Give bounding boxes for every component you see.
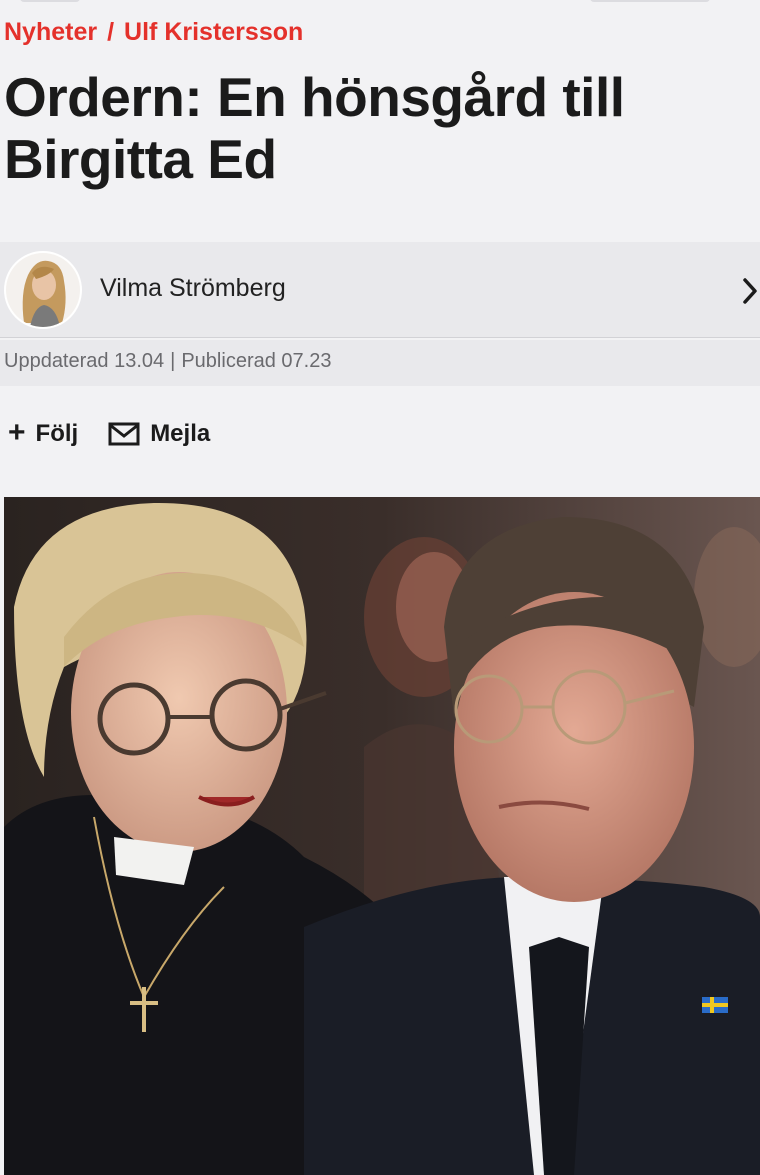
article-meta: Uppdaterad 13.04 | Publicerad 07.23 [4, 350, 331, 373]
breadcrumb-section-link[interactable]: Nyheter [4, 18, 97, 47]
breadcrumb-separator: / [107, 17, 115, 46]
author-avatar [4, 251, 82, 329]
top-edge [0, 0, 760, 4]
plus-icon: + [8, 415, 26, 449]
author-box[interactable]: Vilma Strömberg [0, 242, 760, 338]
article-title: Ordern: En hönsgård till Birgitta Ed [4, 66, 625, 190]
breadcrumb-topic-link[interactable]: Ulf Kristersson [124, 18, 303, 47]
follow-label: Följ [35, 420, 79, 447]
author-name: Vilma Strömberg [100, 274, 286, 302]
chevron-right-icon [743, 278, 757, 304]
updated-time: Uppdaterad 13.04 [4, 350, 165, 372]
article-actions: + Följ Mejla [8, 414, 210, 454]
meta-divider: | [170, 350, 176, 372]
photo-illustration [4, 497, 760, 1175]
email-button[interactable]: Mejla [108, 420, 210, 448]
email-label: Mejla [150, 420, 211, 447]
breadcrumb: Nyheter / Ulf Kristersson [4, 16, 303, 48]
published-time: Publicerad 07.23 [181, 350, 332, 372]
top-nub-left [20, 0, 80, 2]
envelope-icon [108, 422, 140, 446]
article-photo[interactable] [4, 497, 760, 1175]
top-nub-right [590, 0, 710, 2]
follow-button[interactable]: + Följ [8, 415, 79, 449]
